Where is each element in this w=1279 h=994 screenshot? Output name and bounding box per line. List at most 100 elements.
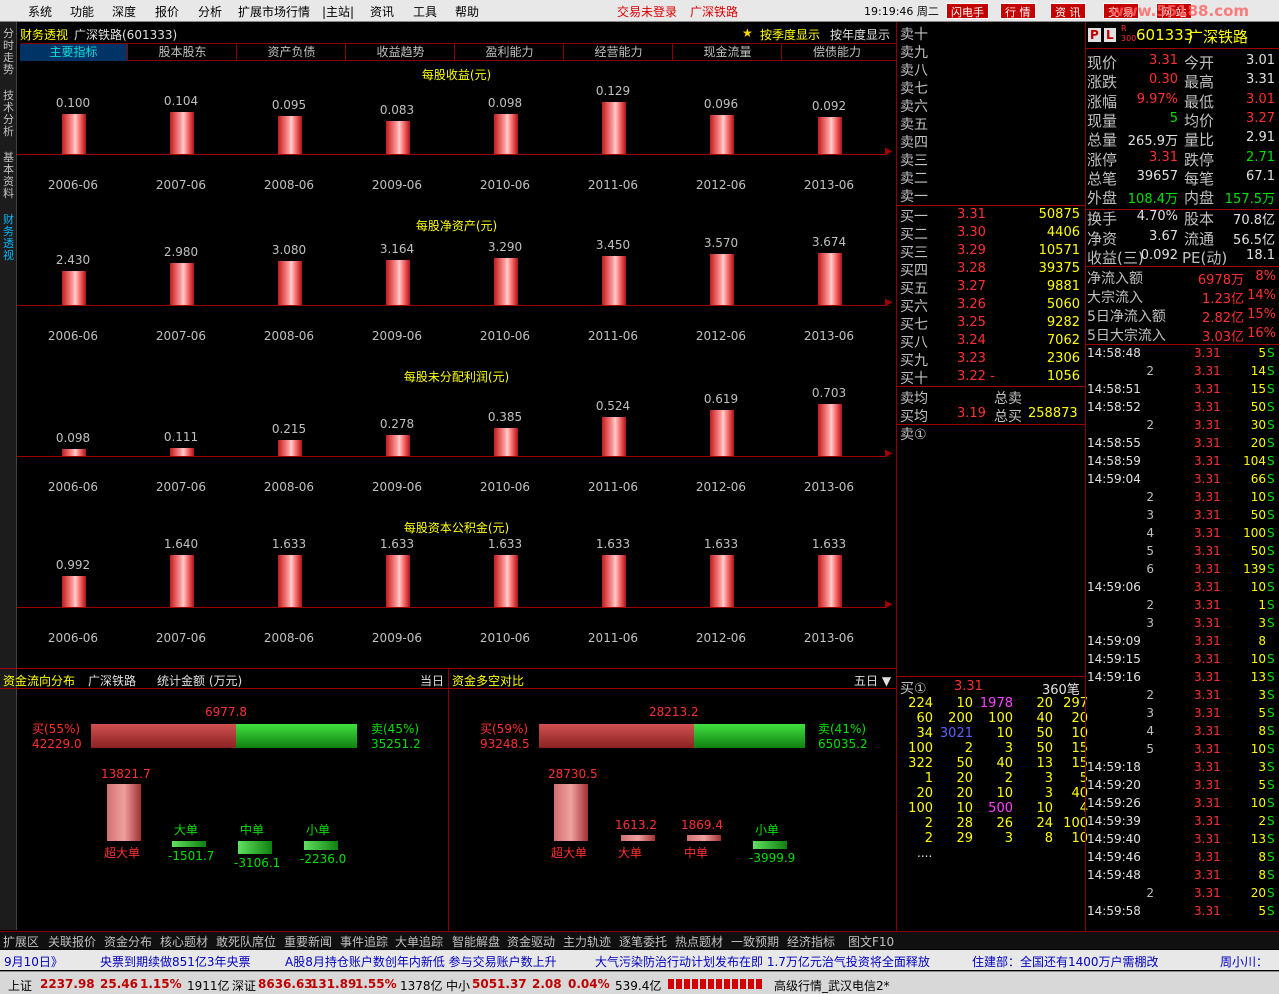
tab-financial[interactable]: 财务透视 <box>1 214 16 262</box>
queue-order: 100 <box>908 741 933 756</box>
queue-order: 10 <box>956 801 973 816</box>
menu-function[interactable]: 功能 <box>70 3 94 20</box>
bar-value-label: 0.104 <box>163 94 199 108</box>
menu-ext-market[interactable]: 扩展市场行情 <box>238 3 310 20</box>
queue-order: 60 <box>916 711 933 726</box>
flow-period[interactable]: 当日 <box>420 672 444 689</box>
compare-period-select[interactable]: 五日 ▼ <box>854 672 891 689</box>
quote-value: 3.01 <box>1246 53 1275 68</box>
chart-bar <box>170 112 194 154</box>
menu-tools[interactable]: 工具 <box>413 3 437 20</box>
tick-price: 3.31 <box>1194 652 1221 666</box>
tab-main-indicators[interactable]: 主要指标 <box>20 44 128 61</box>
divider <box>449 688 896 689</box>
bar-value-label: 1.633 <box>379 537 415 551</box>
tick-time: 5 <box>1146 544 1154 558</box>
tick-side: S <box>1267 580 1275 594</box>
ticker-news[interactable]: 央票到期续做851亿3年央票 <box>100 953 251 970</box>
bottom-tab[interactable]: 主力轨迹 <box>563 933 611 950</box>
menu-quote[interactable]: 报价 <box>155 3 179 20</box>
tab-technical[interactable]: 技术分析 <box>1 90 16 138</box>
tab-profitability[interactable]: 盈利能力 <box>456 44 564 61</box>
tab-shareholders[interactable]: 股本股东 <box>129 44 237 61</box>
quote-value: 5 <box>1169 110 1178 126</box>
season-view-button[interactable]: 按季度显示 <box>760 26 820 43</box>
chart-baseline <box>17 305 887 306</box>
tick-volume: 3 <box>1258 688 1266 702</box>
year-view-button[interactable]: 按年度显示 <box>830 26 890 43</box>
news-button[interactable]: 资 讯 <box>1050 3 1086 19</box>
tick-volume: 5 <box>1258 778 1266 792</box>
bottom-tab[interactable]: 重要新闻 <box>284 933 332 950</box>
bottom-tab[interactable]: 智能解盘 <box>452 933 500 950</box>
tab-earnings-trend[interactable]: 收益趋势 <box>347 44 455 61</box>
menu-news[interactable]: 资讯 <box>370 3 394 20</box>
tick-volume: 100 <box>1243 526 1266 540</box>
tick-price: 3.31 <box>1194 760 1221 774</box>
order-book: 卖十 卖九 卖八 卖七 卖六 卖五 卖四 卖三 卖二 卖一 买一 3.31 50875 买二 3.30 44… <box>897 22 1088 949</box>
ticker-news[interactable]: A股8月持仓账户数创年内新低 参与交易账户数上升 <box>285 953 557 970</box>
bottom-tab[interactable]: 一致预期 <box>731 933 779 950</box>
tick-side: S <box>1267 724 1275 738</box>
queue-order: 1978 <box>979 696 1013 711</box>
ask-level-label: 卖三 <box>900 153 928 169</box>
bottom-tab[interactable]: 扩展区 <box>3 933 39 950</box>
sh-change: 25.46 <box>100 977 138 991</box>
category-label: 2009-06 <box>371 631 423 645</box>
tick-volume: 10 <box>1250 742 1266 756</box>
flow-buy-pct: 买(55%) <box>32 722 81 736</box>
flow-bar-positive <box>687 835 721 841</box>
sz-pct: 1.55% <box>355 977 397 991</box>
bottom-tab[interactable]: 资金驱动 <box>507 933 555 950</box>
bottom-tab[interactable]: 敢死队席位 <box>216 933 276 950</box>
category-label: 2012-06 <box>695 329 747 343</box>
menu-main-site[interactable]: |主站| <box>322 3 354 20</box>
tick-time: 14:59:39 <box>1087 814 1141 828</box>
bottom-tab[interactable]: 大单追踪 <box>395 933 443 950</box>
menu-help[interactable]: 帮助 <box>455 3 479 20</box>
bottom-tab[interactable]: 资金分布 <box>104 933 152 950</box>
tick-time: 2 <box>1146 490 1154 504</box>
bottom-tab[interactable]: 核心题材 <box>160 933 208 950</box>
buy-queue-label: 买① <box>900 681 927 697</box>
quotes-button[interactable]: 行 情 <box>1000 3 1036 19</box>
tick-volume: 8 <box>1258 634 1266 648</box>
bottom-tab[interactable]: 热点题材 <box>675 933 723 950</box>
tick-time: 14:59:48 <box>1087 868 1141 882</box>
bar-value-label: 0.083 <box>379 103 415 117</box>
bottom-tab[interactable]: 事件追踪 <box>340 933 388 950</box>
menu-depth[interactable]: 深度 <box>112 3 136 20</box>
bottom-tab[interactable]: 经济指标 <box>787 933 835 950</box>
bottom-tab[interactable]: 逐笔委托 <box>619 933 667 950</box>
flow-bar-positive <box>554 784 588 841</box>
tick-time: 3 <box>1146 706 1154 720</box>
tab-cashflow[interactable]: 现金流量 <box>674 44 782 61</box>
tick-volume: 50 <box>1250 544 1266 558</box>
tab-balance-sheet[interactable]: 资产负债 <box>238 44 346 61</box>
category-label: 2008-06 <box>263 631 315 645</box>
quote-label: 最高 <box>1184 73 1215 92</box>
ticker-news[interactable]: 大气污染防治行动计划发布在即 1.7万亿元治气投资将全面释放 <box>595 953 930 970</box>
ticker-news[interactable]: 住建部：全国还有1400万户需棚改 <box>972 953 1159 970</box>
flow-bar-value: 13821.7 <box>101 767 151 781</box>
tick-price: 3.31 <box>1194 436 1221 450</box>
category-label: 2013-06 <box>803 480 855 494</box>
queue-more[interactable]: .... <box>917 846 932 860</box>
queue-order: 4 <box>1079 801 1088 816</box>
tab-operating[interactable]: 经营能力 <box>565 44 673 61</box>
tick-time: 14:58:51 <box>1087 382 1141 396</box>
quote-value: 3.31 <box>1246 72 1275 88</box>
bottom-tab[interactable]: 关联报价 <box>48 933 96 950</box>
bid-price: 3.24 <box>957 333 986 348</box>
tab-solvency[interactable]: 偿债能力 <box>783 44 891 61</box>
server-name[interactable]: 高级行情_武汉电信2* <box>774 977 890 994</box>
menu-system[interactable]: 系统 <box>28 3 52 20</box>
tab-fundamentals[interactable]: 基本资料 <box>1 152 16 200</box>
menu-analysis[interactable]: 分析 <box>198 3 222 20</box>
bottom-tab[interactable]: 图文F10 <box>848 933 894 950</box>
flash-trade-button[interactable]: 闪电手 <box>946 3 989 19</box>
bid-price: 3.31 <box>957 207 986 222</box>
bar-value-label: 0.129 <box>595 84 631 98</box>
tab-intraday[interactable]: 分时走势 <box>1 28 16 76</box>
login-status[interactable]: 交易未登录 <box>617 3 677 20</box>
